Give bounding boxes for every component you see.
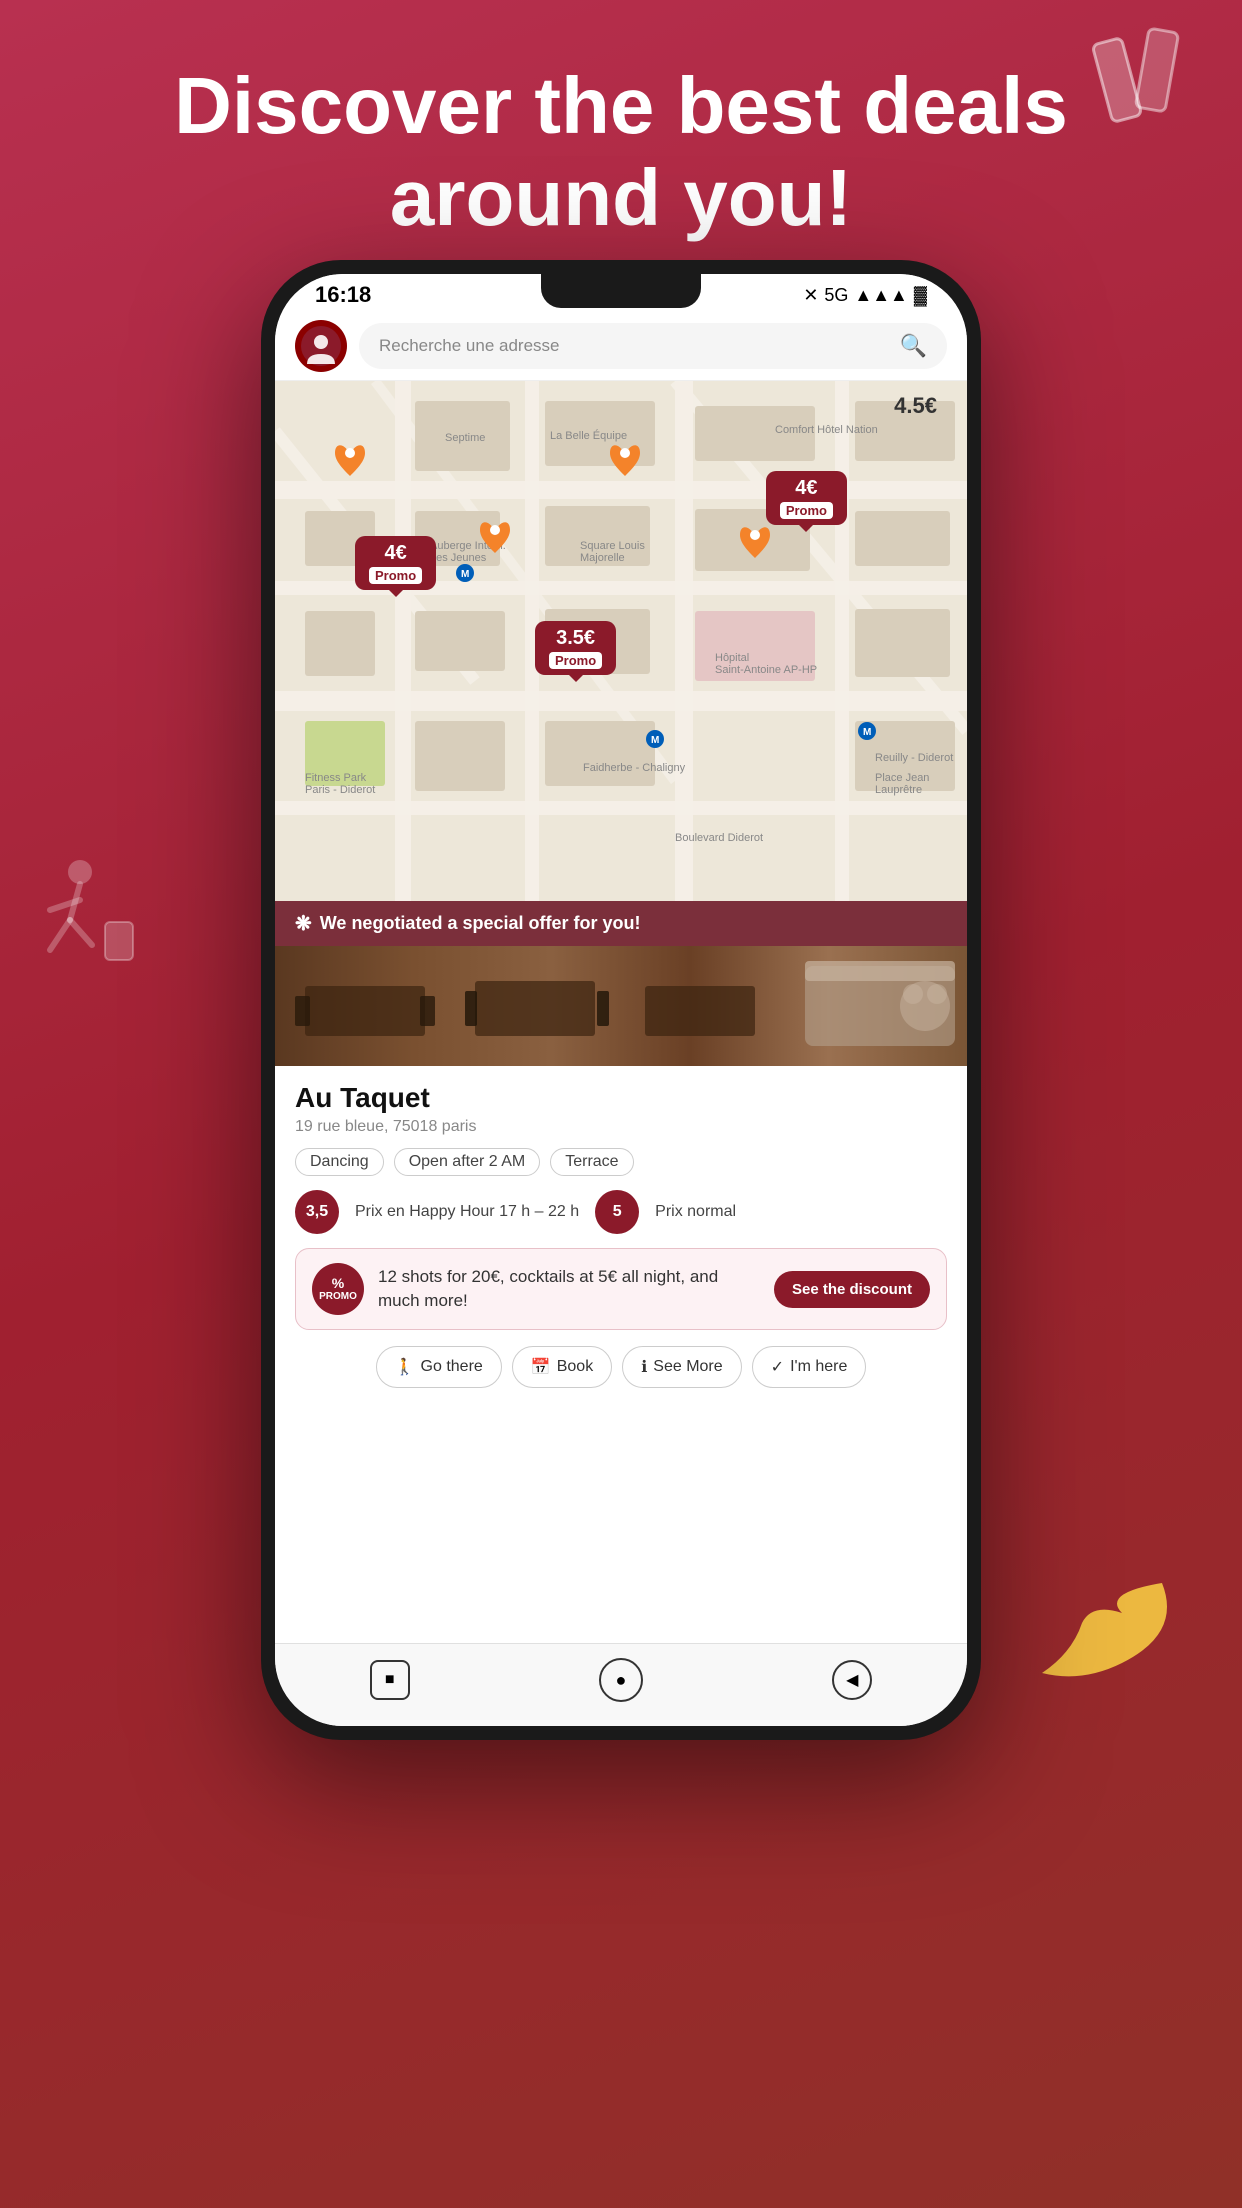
nav-square-button[interactable]: ■ [370,1660,410,1700]
svg-text:Comfort Hôtel Nation: Comfort Hôtel Nation [775,424,878,436]
book-icon: 📅 [531,1357,551,1377]
venue-name: Au Taquet [295,1082,947,1114]
check-icon: ✓ [771,1357,784,1377]
svg-text:Faidherbe - Chaligny: Faidherbe - Chaligny [583,762,686,774]
promo-text: 12 shots for 20€, cocktails at 5€ all ni… [378,1265,760,1313]
svg-text:Paris - Diderot: Paris - Diderot [305,784,375,796]
svg-text:Place Jean: Place Jean [875,772,929,784]
search-input[interactable]: Recherche une adresse 🔍 [359,323,947,369]
svg-text:Lauprêtre: Lauprêtre [875,784,922,796]
im-here-button[interactable]: ✓ I'm here [752,1346,867,1388]
svg-text:Fitness Park: Fitness Park [305,772,367,784]
promo-percent: % [319,1276,357,1291]
svg-text:Square Louis: Square Louis [580,540,645,552]
svg-text:Boulevard Diderot: Boulevard Diderot [675,832,763,844]
pricing-row: 3,5 Prix en Happy Hour 17 h – 22 h 5 Pri… [295,1190,947,1234]
pin-label-left: Promo [369,567,422,584]
network-icon: ✕ [803,285,818,306]
svg-text:Reuilly - Diderot: Reuilly - Diderot [875,752,953,764]
search-icon: 🔍 [900,333,927,359]
hero-title-line2: around you! [390,153,852,242]
go-there-icon: 🚶 [395,1357,415,1377]
pin-label-center: Promo [549,652,602,669]
deco-glasses-icon [1042,20,1222,185]
map-pin-left[interactable]: 4€ Promo [355,536,436,590]
nav-back-button[interactable]: ◀ [832,1660,872,1700]
action-buttons-row: 🚶 Go there 📅 Book ℹ See More ✓ I'm here [295,1346,947,1388]
tag-open-after-2am: Open after 2 AM [394,1148,541,1176]
svg-text:Saint-Antoine AP-HP: Saint-Antoine AP-HP [715,664,817,676]
wifi-icon: ▲▲▲ [854,285,907,306]
status-icons: ✕ 5G ▲▲▲ ▓ [803,285,927,306]
tag-terrace: Terrace [550,1148,633,1176]
see-more-button[interactable]: ℹ See More [622,1346,741,1388]
book-button[interactable]: 📅 Book [512,1346,612,1388]
im-here-label: I'm here [790,1358,847,1376]
book-label: Book [557,1358,593,1376]
venue-photo [275,946,967,1066]
svg-text:Hôpital: Hôpital [715,652,749,664]
map-pin-center[interactable]: 3.5€ Promo [535,621,616,675]
nav-circle-icon: ● [616,1670,627,1691]
map-area[interactable]: Septime La Belle Équipe Comfort Hôtel Na… [275,381,967,901]
deco-runner-icon [20,850,150,985]
user-avatar[interactable] [295,320,347,372]
svg-text:Septime: Septime [445,432,485,444]
deco-arrow-icon [1022,1563,1182,1708]
signal-icon: 5G [824,285,848,306]
pin-label-right: Promo [780,502,833,519]
promo-label: PROMO [319,1291,357,1302]
svg-text:M: M [651,735,659,746]
phone-frame: 16:18 ✕ 5G ▲▲▲ ▓ Recherche une adresse 🔍 [261,260,981,1740]
svg-text:Majorelle: Majorelle [580,552,625,564]
venue-details: Au Taquet 19 rue bleue, 75018 paris Danc… [275,1066,967,1643]
see-more-label: See More [653,1358,722,1376]
venue-address: 19 rue bleue, 75018 paris [295,1118,947,1136]
promo-icon: % PROMO [312,1263,364,1315]
search-bar: Recherche une adresse 🔍 [275,312,967,381]
svg-text:La Belle Équipe: La Belle Équipe [550,429,627,442]
see-discount-button[interactable]: See the discount [774,1271,930,1308]
svg-text:M: M [863,727,871,738]
happy-hour-label: Prix en Happy Hour 17 h – 22 h [355,1203,579,1221]
battery-icon: ▓ [914,285,927,306]
go-there-button[interactable]: 🚶 Go there [376,1346,502,1388]
special-offer-banner: ❋ We negotiated a special offer for you! [275,901,967,946]
normal-price-label: Prix normal [655,1203,736,1221]
promo-box: % PROMO 12 shots for 20€, cocktails at 5… [295,1248,947,1330]
search-placeholder: Recherche une adresse [379,336,888,356]
tag-dancing: Dancing [295,1148,384,1176]
pin-price-left: 4€ [369,542,422,565]
phone-screen: 16:18 ✕ 5G ▲▲▲ ▓ Recherche une adresse 🔍 [275,274,967,1726]
svg-text:M: M [461,569,469,580]
normal-price-badge: 5 [595,1190,639,1234]
svg-text:des Jeunes: des Jeunes [430,552,487,564]
happy-hour-badge: 3,5 [295,1190,339,1234]
top-price-label: 4.5€ [894,393,937,419]
pin-price-center: 3.5€ [549,627,602,650]
info-icon: ℹ [641,1357,647,1377]
offer-banner-text: We negotiated a special offer for you! [320,913,641,934]
phone-notch [541,274,701,308]
status-time: 16:18 [315,282,371,308]
bottom-nav: ■ ● ◀ [275,1643,967,1726]
hero-title-line1: Discover the best deals [174,61,1068,150]
pin-price-right: 4€ [780,477,833,500]
map-pin-right[interactable]: 4€ Promo [766,471,847,525]
nav-home-button[interactable]: ● [599,1658,643,1702]
nav-back-icon: ◀ [846,1670,858,1690]
offer-flower-icon: ❋ [295,911,312,936]
nav-square-icon: ■ [385,1671,395,1689]
go-there-label: Go there [421,1358,483,1376]
tags-row: Dancing Open after 2 AM Terrace [295,1148,947,1176]
